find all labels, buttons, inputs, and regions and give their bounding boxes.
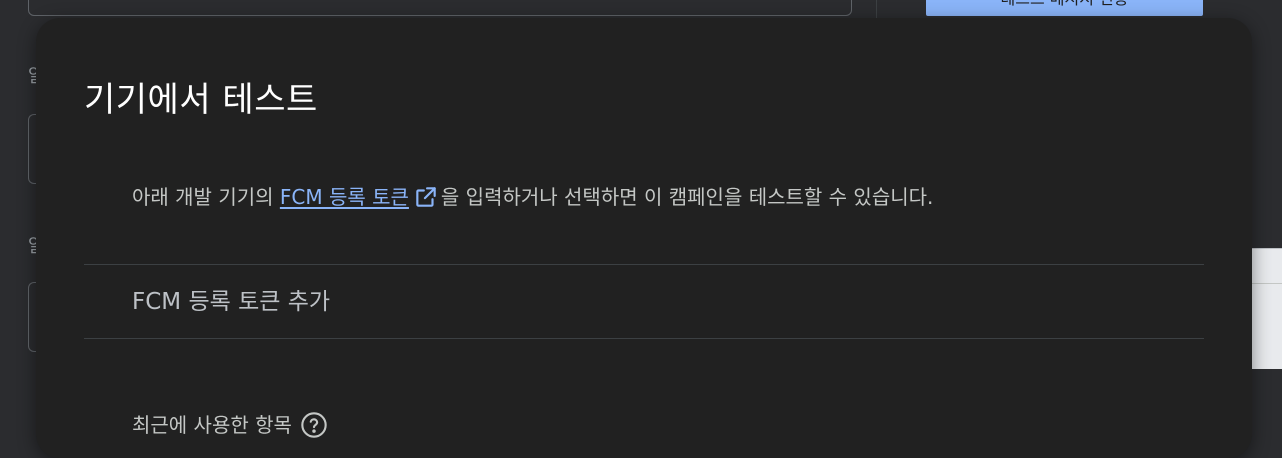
description-text-before: 아래 개발 기기의 xyxy=(132,185,280,209)
background-input-field xyxy=(28,0,852,16)
description-text-after: 을 입력하거나 선택하면 이 캠페인을 테스트할 수 있습니다. xyxy=(440,185,934,209)
test-on-device-dialog: 기기에서 테스트 아래 개발 기기의 FCM 등록 토큰 을 입력하거나 선택하… xyxy=(36,18,1252,458)
fcm-token-link-label[interactable]: FCM 등록 토큰 xyxy=(280,185,409,209)
send-test-message-label: 테스트 메시지 전송 xyxy=(1001,0,1129,8)
fcm-token-link[interactable]: FCM 등록 토큰 xyxy=(280,185,409,209)
dialog-title: 기기에서 테스트 xyxy=(84,80,318,120)
recent-items-heading: 최근에 사용한 항목 xyxy=(132,409,328,439)
recent-items-label: 최근에 사용한 항목 xyxy=(132,413,292,437)
background-scroll-line xyxy=(1252,283,1282,284)
send-test-message-button: 테스트 메시지 전송 xyxy=(926,0,1203,16)
fcm-token-input[interactable] xyxy=(84,265,1204,339)
help-icon[interactable] xyxy=(300,411,328,439)
dialog-description: 아래 개발 기기의 FCM 등록 토큰 을 입력하거나 선택하면 이 캠페인을 … xyxy=(132,181,933,210)
divider xyxy=(84,338,1204,339)
background-divider xyxy=(876,0,877,20)
background-scroll-panel xyxy=(1252,248,1282,369)
open-in-new-icon[interactable] xyxy=(413,184,439,210)
